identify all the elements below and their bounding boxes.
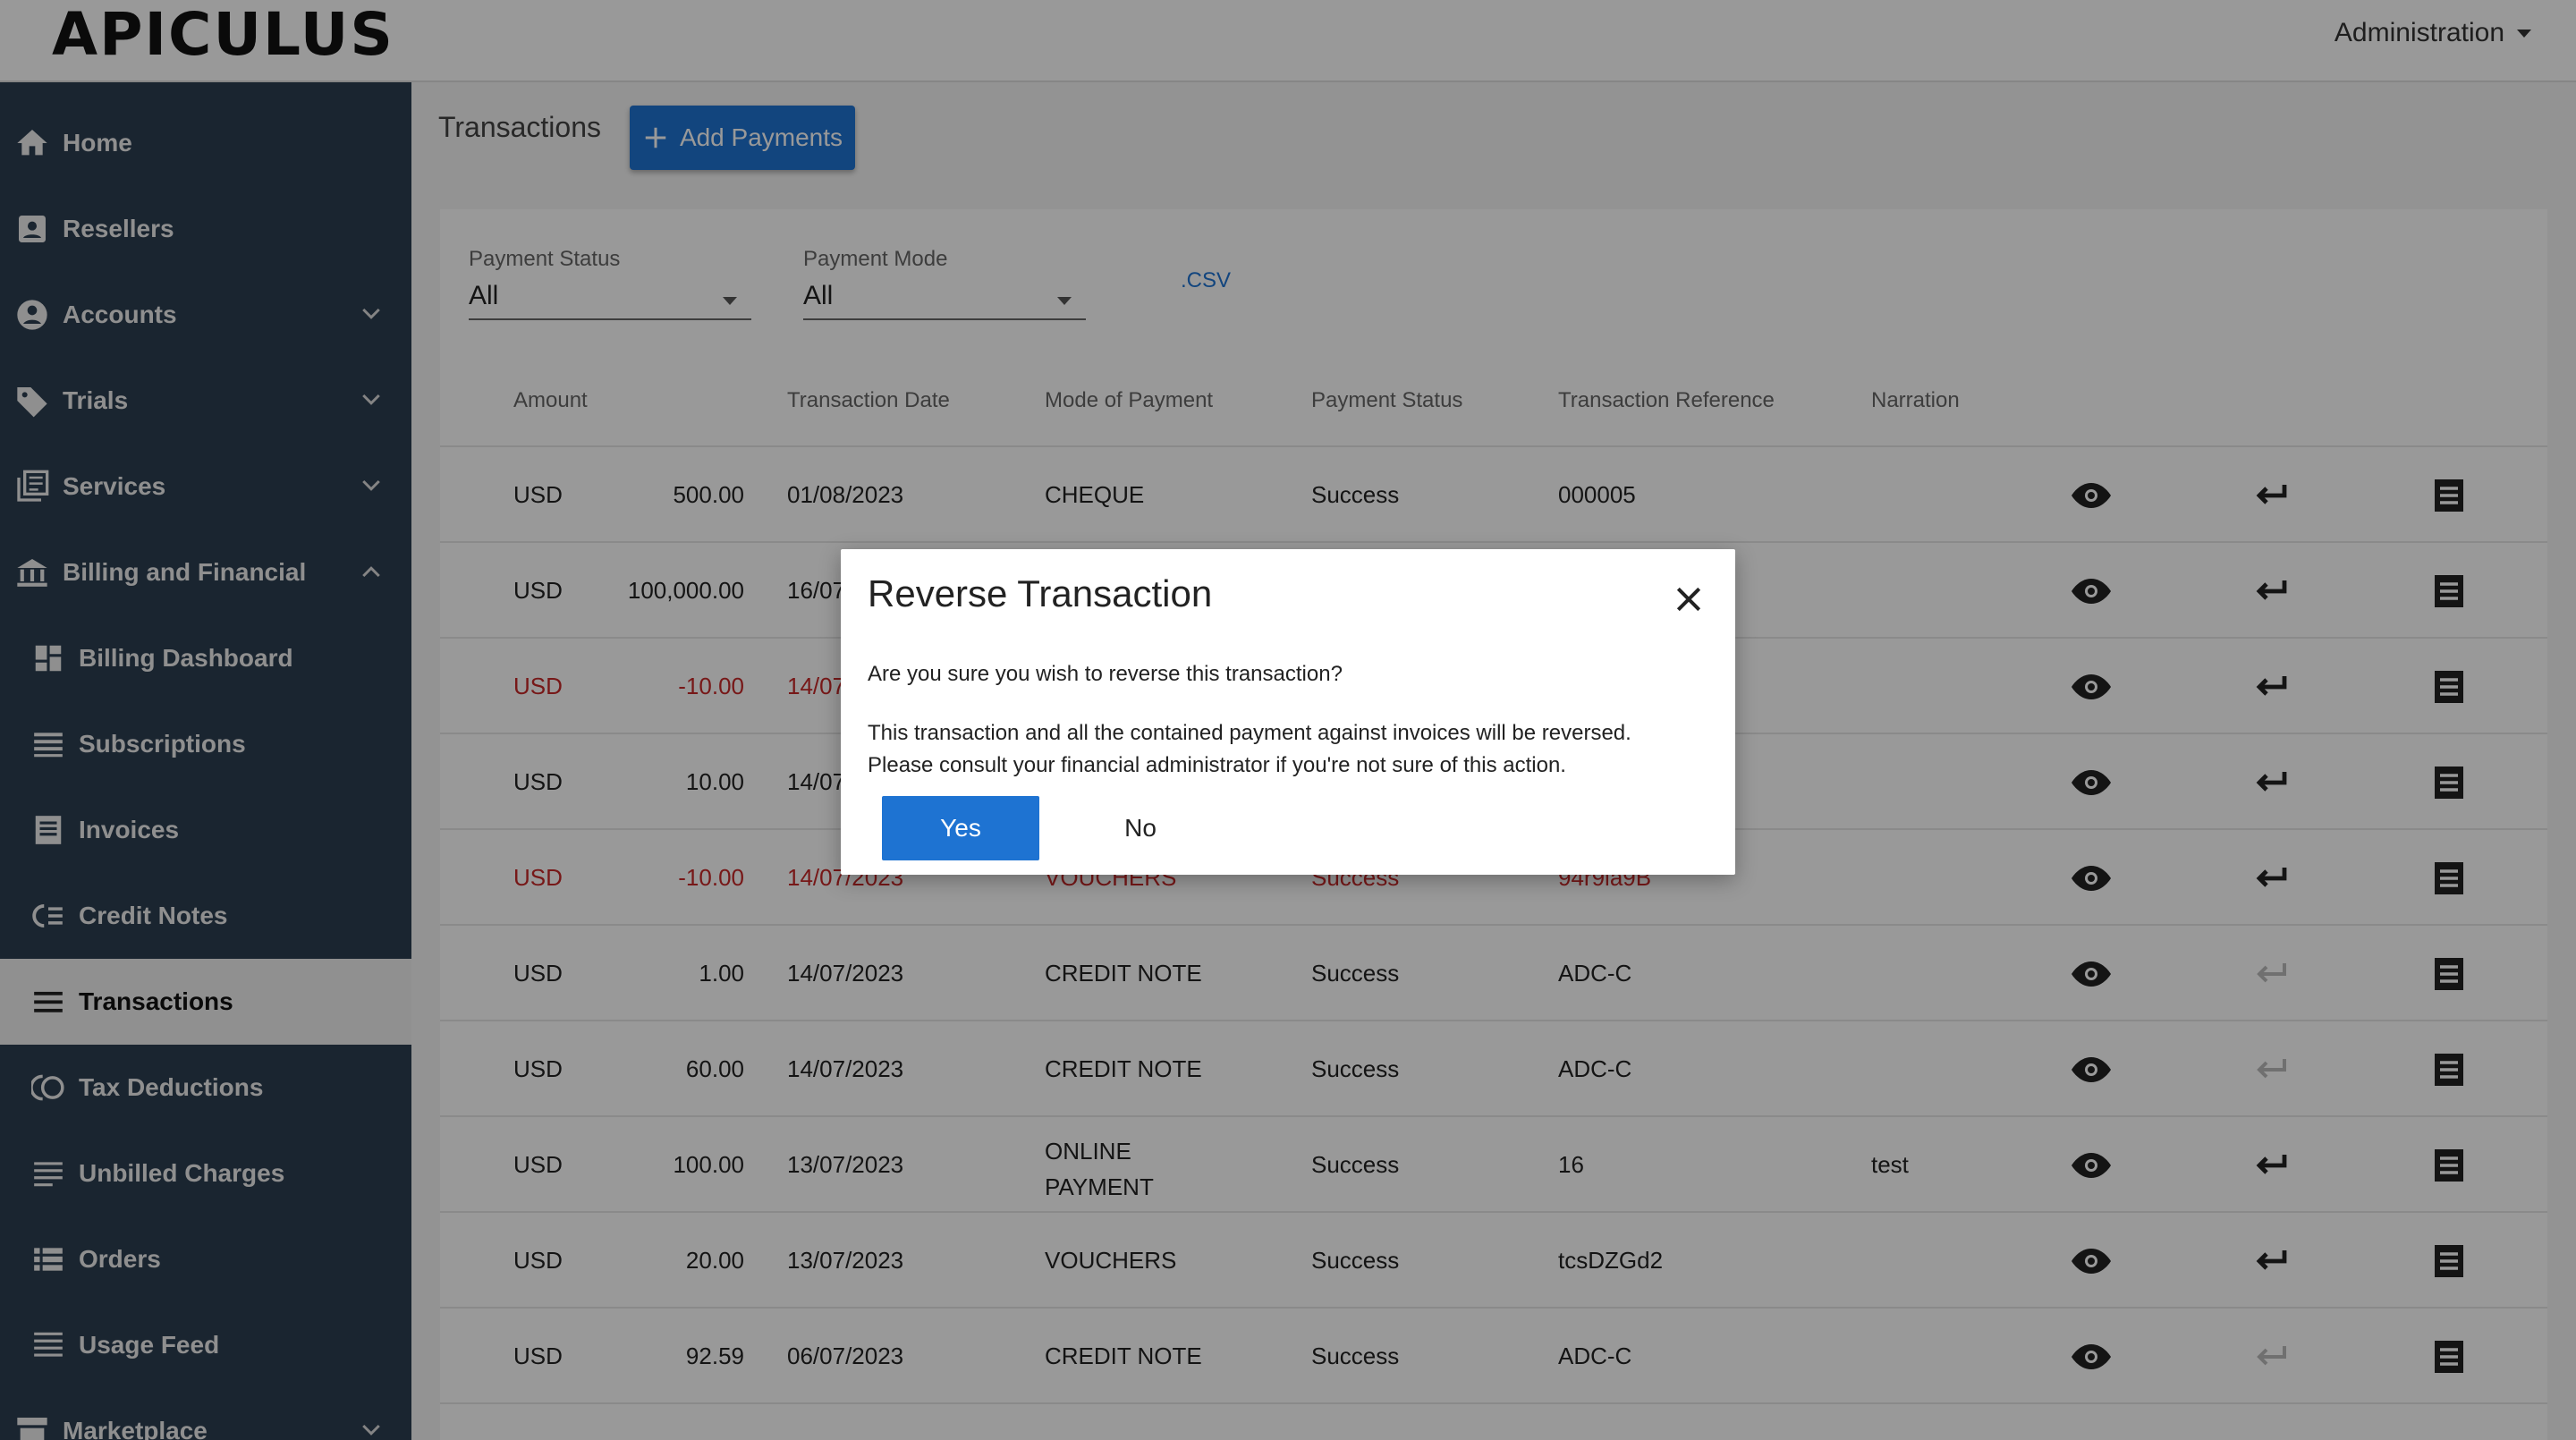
dialog-title: Reverse Transaction bbox=[868, 572, 1213, 614]
dialog-message-line1: This transaction and all the contained p… bbox=[868, 721, 1631, 745]
dialog-message: This transaction and all the contained p… bbox=[868, 717, 1631, 782]
reverse-transaction-dialog: Reverse Transaction Are you sure you wis… bbox=[841, 549, 1735, 875]
dialog-message-line2: Please consult your financial administra… bbox=[868, 753, 1566, 777]
close-icon[interactable] bbox=[1671, 581, 1707, 617]
dialog-question: Are you sure you wish to reverse this tr… bbox=[868, 662, 1343, 686]
no-button[interactable]: No bbox=[1073, 796, 1208, 860]
yes-button[interactable]: Yes bbox=[882, 796, 1039, 860]
